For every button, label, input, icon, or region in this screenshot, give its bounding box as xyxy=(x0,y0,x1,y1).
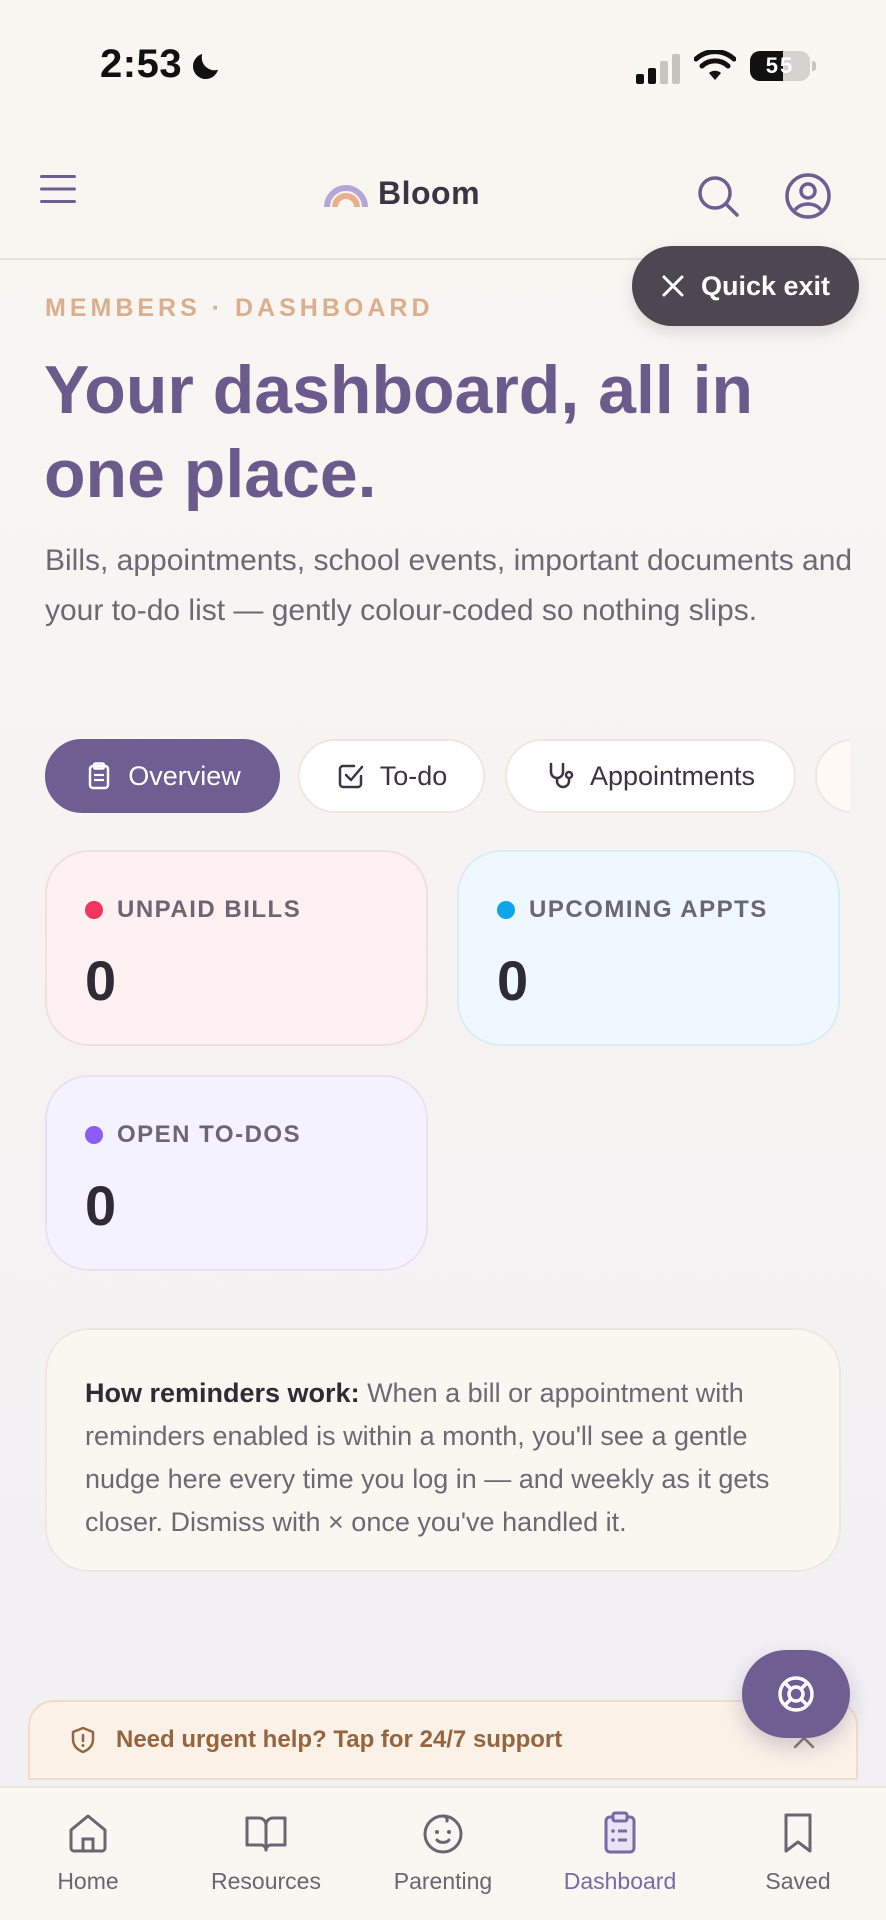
open-todos-label: OPEN TO-DOS xyxy=(117,1121,302,1148)
nav-saved-label: Saved xyxy=(765,1868,831,1894)
status-time: 2:53 xyxy=(100,42,183,86)
urgent-help-label: Need urgent help? Tap for 24/7 support xyxy=(116,1726,563,1753)
tab-todo-label: To-do xyxy=(379,760,448,791)
support-fab-button[interactable] xyxy=(742,1650,850,1738)
shield-alert-icon xyxy=(71,1726,95,1754)
open-todos-card[interactable]: OPEN TO-DOS 0 xyxy=(45,1075,428,1271)
tab-todo[interactable]: To-do xyxy=(298,739,485,813)
home-icon xyxy=(69,1814,107,1853)
status-dot xyxy=(85,901,103,919)
nav-home-label: Home xyxy=(57,1868,119,1894)
tab-appointments-label: Appointments xyxy=(589,760,756,791)
rainbow-logo-icon xyxy=(324,184,368,207)
reminders-info-box: How reminders work: When a bill or appoi… xyxy=(45,1328,841,1572)
bottom-navigation: Home Resources Parenting Dashboard Saved xyxy=(0,1786,886,1920)
page-subtitle: Bills, appointments, school events, impo… xyxy=(45,544,853,627)
cellular-signal-icon xyxy=(636,54,680,84)
status-dot xyxy=(497,901,515,919)
nav-parenting-label: Parenting xyxy=(393,1868,493,1894)
nav-dashboard-label: Dashboard xyxy=(563,1868,677,1894)
status-dot xyxy=(85,1126,103,1144)
brand-name: Bloom xyxy=(378,175,481,211)
urgent-help-banner[interactable]: Need urgent help? Tap for 24/7 support xyxy=(28,1700,858,1780)
nav-saved[interactable]: Saved xyxy=(713,1788,883,1920)
quick-exit-label: Quick exit xyxy=(700,270,831,301)
clipboard-icon xyxy=(88,762,110,790)
nav-parenting[interactable]: Parenting xyxy=(358,1788,528,1920)
upcoming-appts-count: 0 xyxy=(497,949,529,1012)
tab-overview[interactable]: Overview xyxy=(45,739,280,813)
book-open-icon xyxy=(245,1816,287,1852)
upcoming-appts-card[interactable]: UPCOMING APPTS 0 xyxy=(457,850,840,1046)
hamburger-menu-icon[interactable] xyxy=(38,172,78,206)
reminders-info-heading: How reminders work: xyxy=(85,1378,360,1408)
battery-indicator: 55 xyxy=(750,51,810,81)
page-title: Your dashboard, all in one place. xyxy=(44,352,754,512)
dashboard-tabs: Overview To-do Appointments xyxy=(45,739,850,813)
baby-face-icon xyxy=(423,1814,463,1854)
open-todos-count: 0 xyxy=(85,1174,117,1237)
tab-appointments[interactable]: Appointments xyxy=(505,739,796,813)
upcoming-appts-label-row: UPCOMING APPTS xyxy=(497,896,768,924)
nav-dashboard[interactable]: Dashboard xyxy=(535,1788,705,1920)
open-todos-label-row: OPEN TO-DOS xyxy=(85,1121,301,1149)
unpaid-bills-label: UNPAID BILLS xyxy=(117,896,302,923)
moon-icon xyxy=(192,54,218,80)
battery-level: 55 xyxy=(765,53,795,78)
wifi-icon xyxy=(694,50,736,80)
nav-home[interactable]: Home xyxy=(3,1788,173,1920)
lifebuoy-icon xyxy=(778,1676,814,1712)
tab-overview-label: Overview xyxy=(128,760,241,791)
account-icon[interactable] xyxy=(784,172,832,220)
status-bar: 2:53 55 xyxy=(0,0,886,130)
clipboard-list-icon xyxy=(604,1811,636,1854)
unpaid-bills-card[interactable]: UNPAID BILLS 0 xyxy=(45,850,428,1046)
upcoming-appts-label: UPCOMING APPTS xyxy=(529,896,768,923)
unpaid-bills-count: 0 xyxy=(85,949,117,1012)
close-icon xyxy=(662,275,684,297)
unpaid-bills-label-row: UNPAID BILLS xyxy=(85,896,301,924)
quick-exit-button[interactable]: Quick exit xyxy=(632,246,859,326)
bookmark-icon xyxy=(784,1813,812,1853)
stethoscope-icon xyxy=(549,762,574,789)
checkbox-icon xyxy=(338,764,363,789)
tab-more[interactable] xyxy=(815,739,850,813)
nav-resources-label: Resources xyxy=(211,1868,321,1894)
search-icon[interactable] xyxy=(696,174,740,218)
nav-resources[interactable]: Resources xyxy=(181,1788,351,1920)
battery-tip xyxy=(812,61,816,71)
brand-logo[interactable]: Bloom xyxy=(324,175,480,212)
breadcrumb: MEMBERS · DASHBOARD xyxy=(45,294,434,322)
